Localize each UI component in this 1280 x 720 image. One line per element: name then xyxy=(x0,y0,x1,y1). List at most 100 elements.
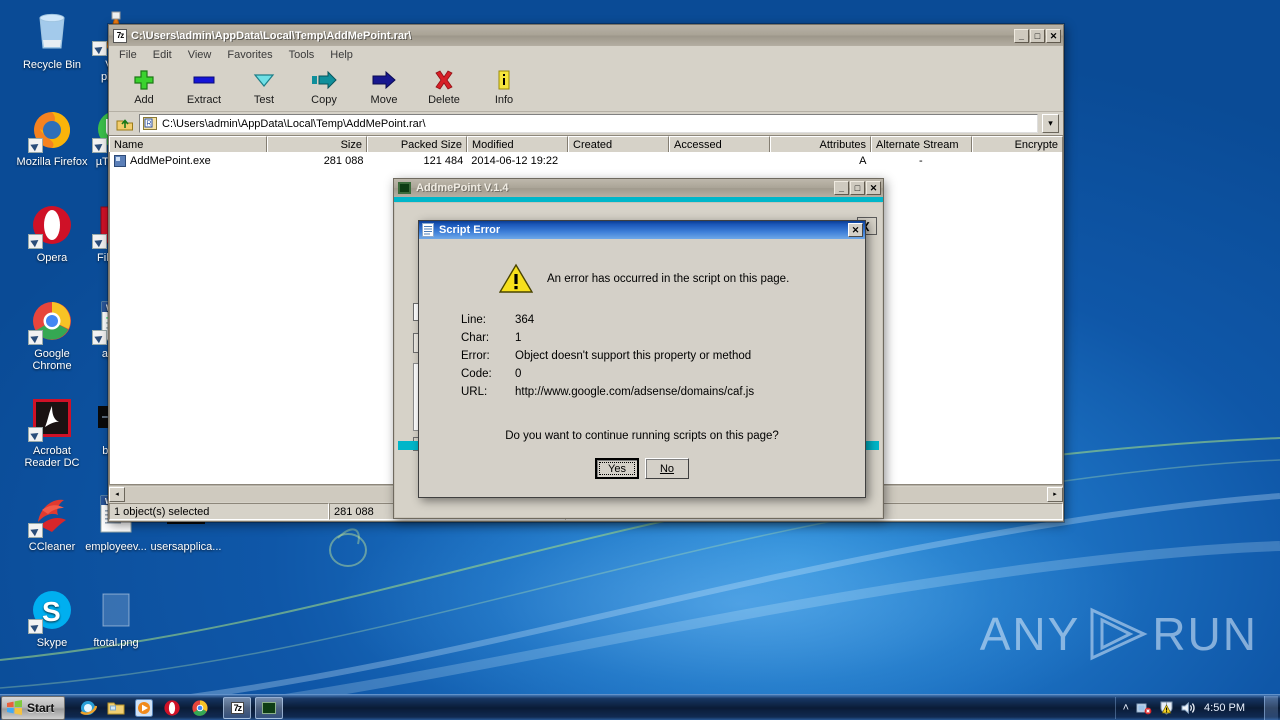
menu-item-favorites[interactable]: Favorites xyxy=(227,49,272,61)
script-error-titlebar[interactable]: Script Error ✕ xyxy=(419,221,865,239)
scroll-right-button[interactable]: ▸ xyxy=(1047,486,1063,502)
maximize-icon: □ xyxy=(854,183,861,193)
toolbar-label-move: Move xyxy=(370,94,398,106)
column-header-encrypte[interactable]: Encrypte xyxy=(972,136,1063,153)
cell-attributes: A xyxy=(859,154,867,167)
toolbar-label-info: Info xyxy=(494,94,514,106)
script-error-headline: An error has occurred in the script on t… xyxy=(547,272,790,285)
addmepoint-titlebar[interactable]: AddmePoint V.1.4 _ □ ✕ xyxy=(394,179,883,197)
no-button-label: No xyxy=(659,462,675,475)
column-header-size[interactable]: Size xyxy=(267,136,367,153)
toolbar-button-copy[interactable]: Copy xyxy=(303,67,345,106)
menu-item-file[interactable]: File xyxy=(119,49,137,61)
scroll-left-button[interactable]: ◂ xyxy=(109,486,125,502)
menu-item-view[interactable]: View xyxy=(188,49,212,61)
script-error-field: Line: 364 xyxy=(461,312,754,328)
menu-item-help[interactable]: Help xyxy=(330,49,353,61)
task-button-sevenzip[interactable]: 7z xyxy=(223,696,252,719)
windows-explorer-icon[interactable] xyxy=(107,700,125,716)
sevenzip-toolbar[interactable]: Add Extract Test Copy Move Delete Info xyxy=(109,63,1063,112)
toolbar-button-test[interactable]: Test xyxy=(243,67,285,106)
script-error-details: Line: 364 Char: 1 Error: Object doesn't suppo… xyxy=(459,310,756,402)
field-value: http://www.google.com/adsense/domains/ca… xyxy=(515,386,755,398)
shortcut-overlay-icon xyxy=(92,41,107,56)
taskbar[interactable]: Start 7z ˄ 4:50 PM xyxy=(0,694,1280,720)
folder-up-icon xyxy=(116,118,133,130)
task-button-addmepoint[interactable] xyxy=(255,696,284,719)
column-header-packed-size[interactable]: Packed Size xyxy=(367,136,467,153)
no-button[interactable]: No xyxy=(645,458,689,479)
taskbar-task-list[interactable]: 7z xyxy=(223,696,284,719)
script-error-dialog[interactable]: Script Error ✕ An error has occurred in … xyxy=(418,220,866,498)
file-list-header[interactable]: Name Size Packed Size Modified Created Access… xyxy=(109,135,1063,153)
script-error-body: An error has occurred in the script on t… xyxy=(419,239,865,497)
shortcut-overlay-icon xyxy=(92,330,107,345)
column-header-attributes[interactable]: Attributes xyxy=(770,136,871,153)
network-icon[interactable] xyxy=(1136,701,1152,715)
chrome-icon[interactable] xyxy=(191,699,209,717)
google-chrome-icon xyxy=(28,297,76,345)
sevenzip-minimize-button[interactable]: _ xyxy=(1014,28,1029,43)
menu-item-tools[interactable]: Tools xyxy=(289,49,315,61)
cell-modified: 2014-06-12 19:22 xyxy=(471,154,559,167)
yes-button[interactable]: Yes xyxy=(595,458,639,479)
status-selection: 1 object(s) selected xyxy=(109,503,329,520)
tray-icons[interactable]: ˄ 4:50 PM xyxy=(1114,696,1252,719)
field-value: 1 xyxy=(515,332,522,344)
sevenzip-close-button[interactable]: ✕ xyxy=(1046,28,1061,43)
exe-file-icon xyxy=(114,154,126,167)
cell-name: AddMePoint.exe xyxy=(110,154,268,167)
field-key: Code: xyxy=(461,368,492,380)
script-error-buttons[interactable]: Yes No xyxy=(419,458,865,479)
internet-explorer-icon[interactable] xyxy=(79,699,98,717)
address-input[interactable]: R C:\Users\admin\AppData\Local\Temp\AddM… xyxy=(139,114,1038,133)
show-desktop-button[interactable] xyxy=(1264,695,1278,720)
volume-icon[interactable] xyxy=(1181,701,1197,715)
addmepoint-minimize-button[interactable]: _ xyxy=(834,181,849,195)
column-header-name[interactable]: Name xyxy=(109,136,267,153)
table-row[interactable]: AddMePoint.exe 281 088 121 484 2014-06-12 1… xyxy=(110,152,1062,169)
column-header-created[interactable]: Created xyxy=(568,136,669,153)
chevron-up-icon[interactable]: ˄ xyxy=(1123,702,1129,714)
shortcut-overlay-icon xyxy=(28,619,43,634)
address-dropdown-button[interactable]: ▾ xyxy=(1042,114,1059,133)
column-header-modified[interactable]: Modified xyxy=(467,136,568,153)
desktop-icon-label: Reader DC xyxy=(24,457,80,469)
anyrun-play-logo xyxy=(1090,607,1148,661)
security-shield-icon[interactable] xyxy=(1159,701,1174,715)
addmepoint-maximize-button[interactable]: □ xyxy=(850,181,865,195)
toolbar-button-info[interactable]: Info xyxy=(483,67,525,106)
column-header-alternate-stream[interactable]: Alternate Stream xyxy=(871,136,972,153)
quick-launch[interactable] xyxy=(79,698,209,717)
menu-item-edit[interactable]: Edit xyxy=(153,49,172,61)
field-key: Error: xyxy=(461,350,490,362)
info-icon xyxy=(483,67,525,93)
ftotal-png-icon xyxy=(92,586,140,634)
addmepoint-task-icon xyxy=(262,701,277,714)
addmepoint-close-button[interactable]: ✕ xyxy=(866,181,881,195)
desktop-icon-ftotal-png[interactable]: ftotal.png xyxy=(70,586,162,649)
column-header-accessed[interactable]: Accessed xyxy=(669,136,770,153)
tray-clock[interactable]: 4:50 PM xyxy=(1204,702,1245,714)
script-error-close-button[interactable]: ✕ xyxy=(848,223,863,237)
toolbar-button-extract[interactable]: Extract xyxy=(183,67,225,106)
toolbar-button-add[interactable]: Add xyxy=(123,67,165,106)
field-key: URL: xyxy=(461,386,488,398)
addmepoint-icon xyxy=(398,182,411,194)
sevenzip-menubar[interactable]: File Edit View Favorites Tools Help xyxy=(109,46,1063,63)
archive-icon: R xyxy=(143,117,157,130)
sevenzip-address-bar[interactable]: R C:\Users\admin\AppData\Local\Temp\AddM… xyxy=(109,112,1063,135)
shortcut-overlay-icon xyxy=(92,234,107,249)
media-player-icon[interactable] xyxy=(135,698,154,717)
toolbar-button-delete[interactable]: Delete xyxy=(423,67,465,106)
sevenzip-maximize-button[interactable]: □ xyxy=(1030,28,1045,43)
system-tray[interactable]: ˄ 4:50 PM xyxy=(1114,695,1280,720)
windows-logo-icon xyxy=(7,700,22,715)
sevenzip-titlebar[interactable]: 7z C:\Users\admin\AppData\Local\Temp\Add… xyxy=(109,25,1063,46)
cell-packed_size: 121 484 xyxy=(423,154,464,167)
start-button[interactable]: Start xyxy=(1,695,66,720)
close-icon: ✕ xyxy=(1049,30,1058,41)
toolbar-button-move[interactable]: Move xyxy=(363,67,405,106)
up-one-level-button[interactable] xyxy=(115,114,135,133)
opera-icon[interactable] xyxy=(163,699,181,717)
